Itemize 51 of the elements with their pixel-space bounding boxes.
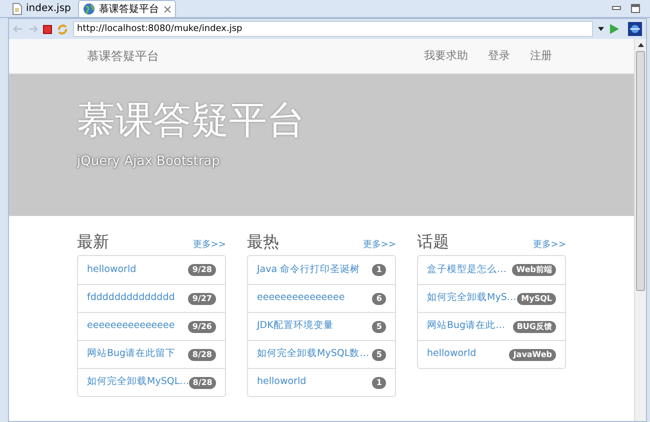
list-item[interactable]: helloworld 9/28 bbox=[78, 256, 225, 284]
list-item[interactable]: helloworld JavaWeb bbox=[418, 340, 565, 368]
maximize-icon[interactable] bbox=[631, 4, 640, 13]
more-link[interactable]: 更多>> bbox=[362, 238, 396, 252]
list-item[interactable]: 网站Bug请在此… BUG反馈 bbox=[418, 312, 565, 340]
editor-tab[interactable]: 慕课答疑平台 bbox=[78, 0, 176, 17]
minimize-icon[interactable] bbox=[612, 4, 621, 12]
count-badge: JavaWeb bbox=[509, 348, 556, 360]
brand-link[interactable]: 慕课答疑平台 bbox=[87, 47, 159, 65]
nav-link[interactable]: 我要求助 bbox=[424, 48, 468, 64]
list-item[interactable]: Java 命令行打印圣诞树 1 bbox=[248, 256, 395, 284]
section-heading: 话题 bbox=[417, 232, 449, 252]
count-badge: 6 bbox=[372, 292, 386, 304]
list-item[interactable]: helloworld 1 bbox=[248, 368, 395, 396]
nav-link[interactable]: 登录 bbox=[488, 48, 510, 64]
count-badge: 5 bbox=[372, 320, 386, 332]
scroll-up-icon[interactable] bbox=[638, 43, 644, 47]
count-badge: 8/28 bbox=[189, 376, 216, 388]
stop-icon[interactable] bbox=[43, 24, 52, 34]
list-item[interactable]: JDK配置环境变量 5 bbox=[248, 312, 395, 340]
file-icon bbox=[12, 2, 22, 14]
count-badge: 9/28 bbox=[188, 264, 216, 276]
list-item[interactable]: 如何完全卸载MyS… MySQL bbox=[418, 284, 565, 312]
list-item[interactable]: 网站Bug请在此留下 8/28 bbox=[78, 340, 225, 368]
list-item[interactable]: eeeeeeeeeeeeeee 9/26 bbox=[78, 312, 225, 340]
section-heading: 最新 bbox=[77, 232, 109, 252]
nav-link[interactable]: 注册 bbox=[530, 48, 552, 64]
count-badge: MySQL bbox=[517, 292, 556, 304]
count-badge: 1 bbox=[372, 376, 386, 388]
count-badge: 8/28 bbox=[188, 348, 216, 360]
globe-button-icon[interactable] bbox=[628, 22, 642, 36]
more-link[interactable]: 更多>> bbox=[192, 238, 226, 252]
list-item[interactable]: fdddddddddddddd 9/27 bbox=[78, 284, 225, 312]
count-badge: 9/26 bbox=[188, 320, 216, 332]
section-heading: 最热 bbox=[247, 232, 279, 252]
address-field[interactable]: http://localhost:8080/muke/index.jsp bbox=[73, 21, 593, 37]
list-item[interactable]: 如何完全卸载MySQL… 8/28 bbox=[78, 368, 225, 396]
list-item[interactable]: 如何完全卸载MySQL数… 5 bbox=[248, 340, 395, 368]
dropdown-caret-icon[interactable] bbox=[598, 27, 604, 31]
scrollbar[interactable] bbox=[634, 39, 646, 421]
count-badge: 1 bbox=[372, 264, 386, 276]
list-item[interactable]: eeeeeeeeeeeeeee 6 bbox=[248, 284, 395, 312]
count-badge: Web前端 bbox=[512, 264, 556, 276]
globe-icon bbox=[83, 3, 95, 15]
count-badge: 5 bbox=[372, 348, 386, 360]
close-icon[interactable] bbox=[164, 6, 171, 12]
editor-tab[interactable]: index.jsp bbox=[8, 0, 78, 17]
count-badge: BUG反馈 bbox=[512, 320, 556, 332]
more-link[interactable]: 更多>> bbox=[532, 238, 566, 252]
list-item[interactable]: 盒子模型是怎么… Web前端 bbox=[418, 256, 565, 284]
count-badge: 9/27 bbox=[188, 292, 216, 304]
